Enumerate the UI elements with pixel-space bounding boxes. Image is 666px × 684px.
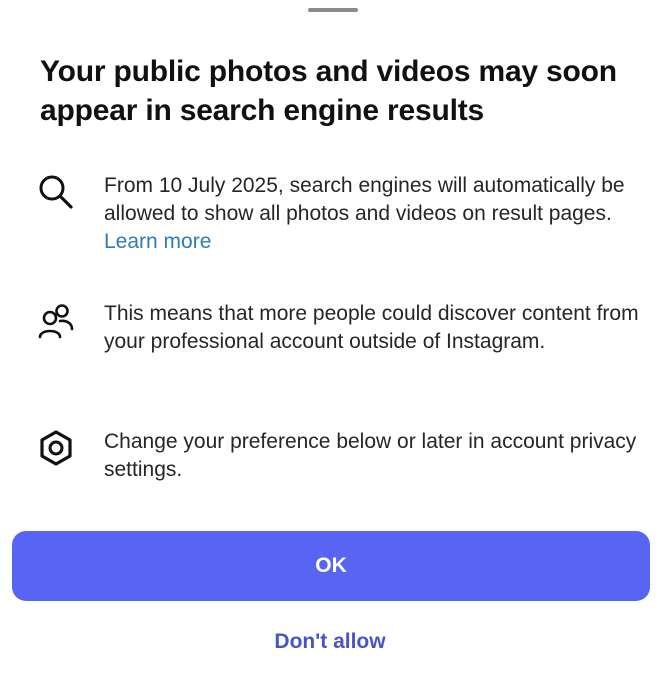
bottom-sheet: Your public photos and videos may soon a… — [0, 0, 666, 684]
info-item-text: This means that more people could discov… — [104, 302, 639, 353]
search-icon — [36, 172, 76, 212]
info-item-description: From 10 July 2025, search engines will a… — [104, 174, 625, 225]
settings-gear-icon — [36, 428, 76, 468]
info-item-text: Change your preference below or later in… — [104, 430, 637, 481]
people-icon — [36, 302, 76, 342]
dont-allow-button[interactable]: Don't allow — [0, 630, 660, 654]
learn-more-link[interactable]: Learn more — [104, 230, 211, 253]
ok-button[interactable]: OK — [12, 531, 650, 601]
sheet-drag-handle[interactable] — [308, 8, 358, 12]
sheet-title: Your public photos and videos may soon a… — [40, 55, 617, 127]
info-item-text: From 10 July 2025, search engines will a… — [104, 172, 644, 256]
